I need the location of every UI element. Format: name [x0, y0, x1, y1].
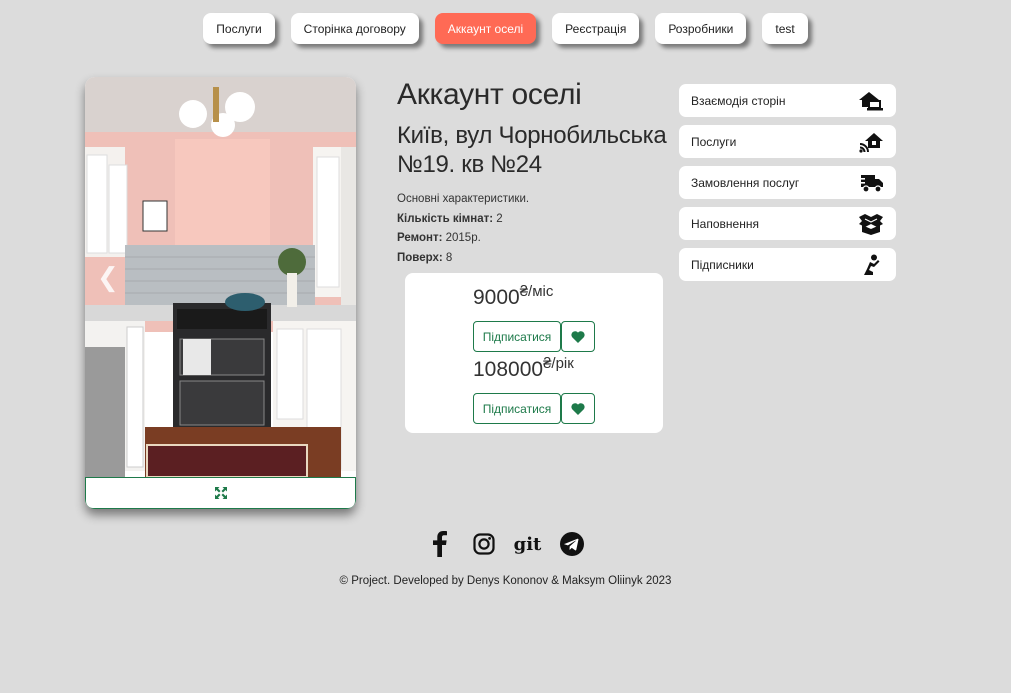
prev-image-icon[interactable]: ❮ — [97, 263, 119, 293]
menu-item-label: Наповнення — [691, 216, 759, 231]
yearly-price-unit: ₴/рік — [543, 355, 574, 372]
facebook-link[interactable] — [427, 531, 453, 557]
subscribe-monthly-button[interactable]: Підписатися — [473, 321, 561, 352]
side-menu: Взаємодія сторін Послуги Замовлення посл… — [679, 84, 896, 289]
monthly-price-unit: ₴/міс — [519, 283, 554, 300]
menu-item-interaction[interactable]: Взаємодія сторін — [679, 84, 896, 117]
menu-item-filling[interactable]: Наповнення — [679, 207, 896, 240]
nav-developers[interactable]: Розробники — [655, 13, 747, 44]
menu-item-services[interactable]: Послуги — [679, 125, 896, 158]
specs-heading: Основні характеристики. — [397, 193, 530, 205]
heart-icon — [571, 330, 585, 343]
menu-item-label: Підписники — [691, 257, 754, 272]
nav-contract-page[interactable]: Сторінка договору — [290, 13, 419, 44]
menu-item-service-orders[interactable]: Замовлення послуг — [679, 166, 896, 199]
facebook-icon — [432, 531, 447, 557]
menu-item-label: Послуги — [691, 134, 737, 149]
monthly-price: 9000₴/міс — [473, 283, 553, 310]
spec-renovation-value: 2015р. — [445, 232, 481, 244]
house-laptop-icon — [859, 91, 883, 110]
git-link[interactable]: git — [513, 531, 542, 557]
copyright: © Project. Developed by Denys Kononov & … — [339, 575, 672, 587]
nav-services[interactable]: Послуги — [203, 13, 275, 44]
yearly-price: 108000₴/рік — [473, 355, 574, 382]
subscribe-yearly-button[interactable]: Підписатися — [473, 393, 561, 424]
property-specs: Основні характеристики. Кількість кімнат… — [397, 190, 529, 268]
fullscreen-button[interactable] — [85, 477, 356, 509]
spec-floor-value: 8 — [445, 251, 453, 264]
spec-floor: Поверх: 8 — [397, 249, 529, 269]
heart-icon — [571, 402, 585, 415]
nav-test[interactable]: test — [762, 13, 808, 44]
page-title: Аккаунт оселі — [397, 78, 582, 111]
spec-rooms-value: 2 — [496, 212, 503, 225]
house-signal-icon — [859, 132, 883, 153]
image-gallery: ❮ — [85, 77, 356, 509]
menu-item-subscribers[interactable]: Підписники — [679, 248, 896, 281]
menu-item-label: Замовлення послуг — [691, 175, 800, 190]
box-open-icon — [859, 213, 883, 235]
menu-item-label: Взаємодія сторін — [691, 93, 786, 108]
spec-renovation-label: Ремонт: — [397, 232, 443, 244]
social-links: git — [0, 531, 1011, 557]
property-address: Київ, вул Чорнобильська №19. кв №24 — [397, 122, 667, 178]
person-praying-icon — [864, 254, 880, 275]
yearly-price-amount: 108000 — [473, 358, 544, 381]
nav-home-account[interactable]: Аккаунт оселі — [434, 13, 537, 44]
favorite-yearly-button[interactable] — [561, 393, 595, 424]
spec-floor-label: Поверх: — [397, 251, 443, 264]
nav-registration[interactable]: Реєстрація — [552, 13, 640, 44]
git-icon: git — [513, 533, 542, 555]
truck-fast-icon — [858, 174, 883, 193]
instagram-icon — [472, 533, 495, 555]
price-card: 9000₴/міс Підписатися 108000₴/рік Підпис… — [405, 273, 663, 433]
monthly-price-amount: 9000 — [473, 286, 520, 309]
instagram-link[interactable] — [471, 531, 497, 557]
expand-icon — [214, 487, 227, 499]
spec-renovation: Ремонт: 2015р. — [397, 229, 529, 249]
kitchen-photo[interactable]: ❮ — [85, 77, 356, 477]
favorite-monthly-button[interactable] — [561, 321, 595, 352]
telegram-icon — [559, 532, 584, 556]
top-nav: Послуги Сторінка договору Аккаунт оселі … — [0, 13, 1011, 44]
telegram-link[interactable] — [559, 531, 585, 557]
spec-rooms-label: Кількість кімнат: — [397, 212, 494, 225]
spec-rooms: Кількість кімнат: 2 — [397, 210, 529, 230]
